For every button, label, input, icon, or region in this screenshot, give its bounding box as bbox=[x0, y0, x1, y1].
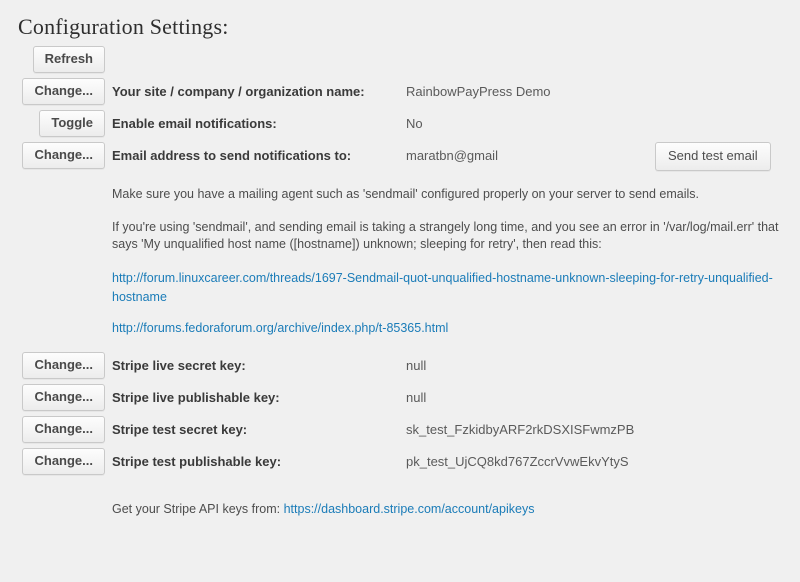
change-stripe-live-publishable-button[interactable]: Change... bbox=[22, 384, 105, 411]
stripe-api-keys-note-text: Get your Stripe API keys from: bbox=[112, 502, 281, 516]
setting-label-site-name: Your site / company / organization name: bbox=[112, 84, 365, 99]
note-sendmail-issue: If you're using 'sendmail', and sending … bbox=[112, 220, 779, 251]
change-stripe-test-secret-button[interactable]: Change... bbox=[22, 416, 105, 443]
stripe-row-live-secret: Change... Stripe live secret key: null bbox=[0, 352, 800, 384]
help-link-fedoraforum[interactable]: http://forums.fedoraforum.org/archive/in… bbox=[112, 319, 448, 338]
stripe-label-test-publishable: Stripe test publishable key: bbox=[112, 454, 282, 469]
setting-row-notification-email: Change... Email address to send notifica… bbox=[0, 142, 800, 174]
change-stripe-live-publishable-cell: Change... bbox=[0, 384, 112, 411]
stripe-key-rows: Change... Stripe live secret key: null C… bbox=[0, 352, 800, 480]
refresh-row-value bbox=[406, 46, 800, 52]
send-test-email-button[interactable]: Send test email bbox=[655, 142, 771, 171]
setting-label-email-notifications: Enable email notifications: bbox=[112, 116, 277, 131]
change-stripe-live-secret-button[interactable]: Change... bbox=[22, 352, 105, 379]
change-stripe-live-secret-cell: Change... bbox=[0, 352, 112, 379]
help-link-row-2: http://forums.fedoraforum.org/archive/in… bbox=[112, 319, 782, 338]
change-site-name-button[interactable]: Change... bbox=[22, 78, 105, 105]
stripe-label-live-secret: Stripe live secret key: bbox=[112, 358, 246, 373]
stripe-row-test-secret: Change... Stripe test secret key: sk_tes… bbox=[0, 416, 800, 448]
refresh-button-cell: Refresh bbox=[0, 46, 112, 73]
stripe-value-test-publishable: pk_test_UjCQ8kd767ZccrVvwEkvYtyS bbox=[406, 454, 629, 469]
note-mailing-agent: Make sure you have a mailing agent such … bbox=[112, 187, 700, 201]
help-link-row-1: http://forum.linuxcareer.com/threads/169… bbox=[112, 269, 782, 307]
page-title: Configuration Settings: bbox=[18, 14, 229, 39]
stripe-row-test-publishable: Change... Stripe test publishable key: p… bbox=[0, 448, 800, 480]
refresh-button[interactable]: Refresh bbox=[32, 46, 105, 73]
toggle-email-notifications-cell: Toggle bbox=[0, 110, 112, 137]
change-stripe-test-publishable-cell: Change... bbox=[0, 448, 112, 475]
setting-value-site-name: RainbowPayPress Demo bbox=[406, 84, 551, 99]
setting-row-email-notifications: Toggle Enable email notifications: No bbox=[0, 110, 800, 142]
help-link-linuxcareer[interactable]: http://forum.linuxcareer.com/threads/169… bbox=[112, 269, 782, 307]
stripe-dashboard-link[interactable]: https://dashboard.stripe.com/account/api… bbox=[284, 502, 535, 516]
setting-row-site-name: Change... Your site / company / organiza… bbox=[0, 78, 800, 110]
setting-value-email-notifications: No bbox=[406, 116, 423, 131]
setting-value-notification-email: maratbn@gmail bbox=[406, 148, 498, 163]
refresh-row: Refresh bbox=[0, 46, 800, 78]
email-help-notes: Make sure you have a mailing agent such … bbox=[112, 186, 800, 338]
stripe-value-live-secret: null bbox=[406, 358, 427, 373]
settings-rows: Refresh Change... Your site / company / … bbox=[0, 46, 800, 174]
change-site-name-cell: Change... bbox=[0, 78, 112, 105]
stripe-value-test-secret: sk_test_FzkidbyARF2rkDSXISFwmzPB bbox=[406, 422, 635, 437]
toggle-email-notifications-button[interactable]: Toggle bbox=[39, 110, 105, 137]
stripe-label-test-secret: Stripe test secret key: bbox=[112, 422, 248, 437]
stripe-row-live-publishable: Change... Stripe live publishable key: n… bbox=[0, 384, 800, 416]
setting-label-notification-email: Email address to send notifications to: bbox=[112, 148, 352, 163]
change-stripe-test-publishable-button[interactable]: Change... bbox=[22, 448, 105, 475]
configuration-settings-page: Configuration Settings: Refresh Change..… bbox=[0, 0, 800, 582]
refresh-row-label bbox=[112, 46, 406, 52]
change-stripe-test-secret-cell: Change... bbox=[0, 416, 112, 443]
change-notification-email-cell: Change... bbox=[0, 142, 112, 169]
stripe-value-live-publishable: null bbox=[406, 390, 427, 405]
stripe-api-keys-note: Get your Stripe API keys from: https://d… bbox=[112, 502, 800, 516]
stripe-label-live-publishable: Stripe live publishable key: bbox=[112, 390, 280, 405]
change-notification-email-button[interactable]: Change... bbox=[22, 142, 105, 169]
send-test-email-cell: Send test email bbox=[655, 142, 800, 171]
